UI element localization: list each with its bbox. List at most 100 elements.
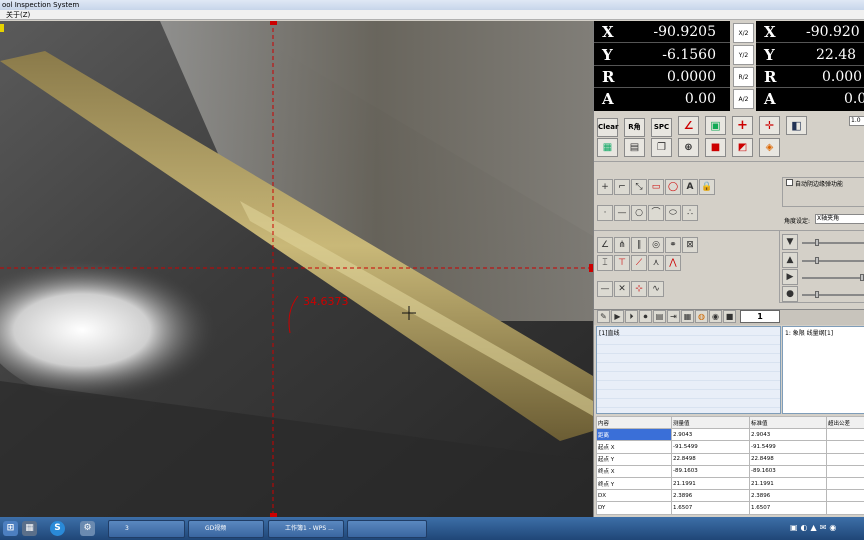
bisector-icon[interactable]: ⋏ <box>648 255 664 271</box>
coaxial-light-slider[interactable] <box>802 294 864 296</box>
angle-setting-select[interactable]: X轴夹角 <box>815 214 864 224</box>
taskbar-folder-video[interactable]: GD视频 <box>188 520 264 538</box>
line-icon[interactable]: — <box>614 205 630 221</box>
table-cell[interactable] <box>826 428 864 442</box>
table-row[interactable]: 距离 2.9043 2.9043 <box>596 428 864 442</box>
text-tool-icon[interactable]: A <box>682 179 698 195</box>
cross-angle-icon[interactable]: ✛ <box>759 116 780 135</box>
table-cell[interactable]: 1.6507 <box>749 501 827 515</box>
play-icon[interactable]: ▶ <box>611 310 624 323</box>
point-ratio-icon[interactable]: ⤡ <box>631 179 647 195</box>
top-light-knob[interactable] <box>815 239 819 246</box>
angle-tool-icon[interactable]: ∠ <box>678 116 699 135</box>
table-cell[interactable]: -89.1603 <box>749 464 827 478</box>
table-row[interactable]: 终点 Y 21.1991 21.1991 <box>596 476 864 491</box>
taskbar-folder-3[interactable]: 3 <box>108 520 185 538</box>
a-half-button[interactable]: A/2 <box>733 89 754 109</box>
clear-button[interactable]: Clear <box>597 118 618 137</box>
table-row[interactable]: 终点 X -89.1603 -89.1603 <box>596 464 864 478</box>
ring-light-icon[interactable]: ▲ <box>782 252 798 268</box>
table-cell[interactable]: 起点 Y <box>596 452 672 466</box>
start-icon[interactable]: ⊞ <box>3 521 18 536</box>
x-half-button[interactable]: X/2 <box>733 23 754 43</box>
sogou-icon[interactable]: S <box>50 521 65 536</box>
lock-icon[interactable]: 🔒 <box>699 179 715 195</box>
auto-clamp-checkbox[interactable] <box>786 179 793 186</box>
cross-mark-icon[interactable]: ✕ <box>614 281 630 297</box>
peak-icon[interactable]: ⋀ <box>665 255 681 271</box>
table-cell[interactable] <box>826 501 864 515</box>
table-cell[interactable]: 2.9043 <box>749 428 827 442</box>
circle-select-icon[interactable]: ◯ <box>665 179 681 195</box>
distance-icon[interactable]: — <box>597 281 613 297</box>
ring-light-knob[interactable] <box>815 257 819 264</box>
perpendicular-icon[interactable]: ⊤ <box>614 255 630 271</box>
point-cross-icon[interactable]: + <box>597 179 613 195</box>
calculator-icon[interactable]: ▦ <box>22 521 37 536</box>
play-step-icon[interactable]: ⏵ <box>625 310 638 323</box>
taskbar-app[interactable] <box>347 520 427 538</box>
table-row[interactable]: 起点 Y 22.8498 22.8498 <box>596 452 864 466</box>
zoom-icon[interactable]: ⊕ <box>678 138 699 157</box>
slope-icon[interactable]: ⟋ <box>631 255 647 271</box>
point-icon[interactable]: · <box>597 205 613 221</box>
table-cell[interactable] <box>826 476 864 491</box>
edit-icon[interactable]: ✎ <box>597 310 610 323</box>
parallel-icon[interactable]: ∥ <box>631 237 647 253</box>
table-cell[interactable]: 终点 X <box>596 464 672 478</box>
coaxial-light-icon[interactable]: ● <box>782 286 798 302</box>
stop-icon[interactable]: ◉ <box>709 310 722 323</box>
rect-select-icon[interactable]: ▭ <box>648 179 664 195</box>
window-icon[interactable]: ◧ <box>786 116 807 135</box>
r-angle-button[interactable]: R角 <box>624 118 645 137</box>
tangent-circles-icon[interactable]: ⚭ <box>665 237 681 253</box>
square-icon[interactable]: ■ <box>723 310 736 323</box>
line-point-icon[interactable]: ⊹ <box>631 281 647 297</box>
ring-light-slider[interactable] <box>802 260 864 262</box>
table-row[interactable]: 起点 X -91.5499 -91.5499 <box>596 440 864 454</box>
system-tray-icons[interactable]: ▣◐▲✉◉ <box>790 523 860 535</box>
spc-button[interactable]: SPC <box>651 118 672 137</box>
table-cell[interactable]: -91.5499 <box>749 440 827 454</box>
intersect-icon[interactable]: ⋔ <box>614 237 630 253</box>
angle-construct-icon[interactable]: ∠ <box>597 237 613 253</box>
side-light-slider[interactable] <box>802 277 864 279</box>
table-cell[interactable]: 2.3896 <box>671 489 750 503</box>
tools-icon[interactable]: ⚙ <box>80 521 95 536</box>
r-half-button[interactable]: R/2 <box>733 67 754 87</box>
table-cell[interactable] <box>826 464 864 478</box>
table-cell[interactable]: -89.1603 <box>671 464 750 478</box>
crosshair-icon[interactable]: + <box>732 116 753 135</box>
table-cell[interactable]: DY <box>596 501 672 515</box>
top-light-slider[interactable] <box>802 242 864 244</box>
table-cell[interactable] <box>826 489 864 503</box>
camera-view[interactable]: 34.6373 <box>0 21 593 517</box>
zoom-field[interactable]: 1.0 <box>849 116 864 126</box>
table-cell[interactable]: 22.8498 <box>671 452 750 466</box>
table-row[interactable]: DX 2.3896 2.3896 <box>596 489 864 503</box>
export-icon[interactable]: ⇥ <box>667 310 680 323</box>
vertical-dimension-icon[interactable]: ⌶ <box>597 255 613 271</box>
table-cell[interactable]: DX <box>596 489 672 503</box>
point-offset-icon[interactable]: ⌐ <box>614 179 630 195</box>
target-icon[interactable]: ◍ <box>695 310 708 323</box>
table-cell[interactable]: 2.9043 <box>671 428 750 442</box>
document-icon[interactable]: ▤ <box>624 138 645 157</box>
table-cell[interactable] <box>826 452 864 466</box>
layers-icon[interactable]: ◩ <box>732 138 753 157</box>
arc-icon[interactable]: ⌒ <box>648 205 664 221</box>
feature-list-item[interactable]: [1]直线 <box>597 327 780 338</box>
color-block-icon[interactable]: ■ <box>705 138 726 157</box>
table-cell[interactable]: 2.3896 <box>749 489 827 503</box>
table-cell[interactable]: -91.5499 <box>671 440 750 454</box>
report-icon[interactable]: ▤ <box>653 310 666 323</box>
table-row[interactable]: DY 1.6507 1.6507 <box>596 501 864 515</box>
excel-icon[interactable]: ▦ <box>597 138 618 157</box>
wave-icon[interactable]: ∿ <box>648 281 664 297</box>
table-cell[interactable]: 1.6507 <box>671 501 750 515</box>
side-light-knob[interactable] <box>860 274 864 281</box>
top-light-icon[interactable]: ▼ <box>782 234 798 250</box>
copy-document-icon[interactable]: ❐ <box>651 138 672 157</box>
table-cell[interactable]: 终点 Y <box>596 476 672 491</box>
taskbar-wps[interactable]: 工作簿1 - WPS ... <box>268 520 344 538</box>
